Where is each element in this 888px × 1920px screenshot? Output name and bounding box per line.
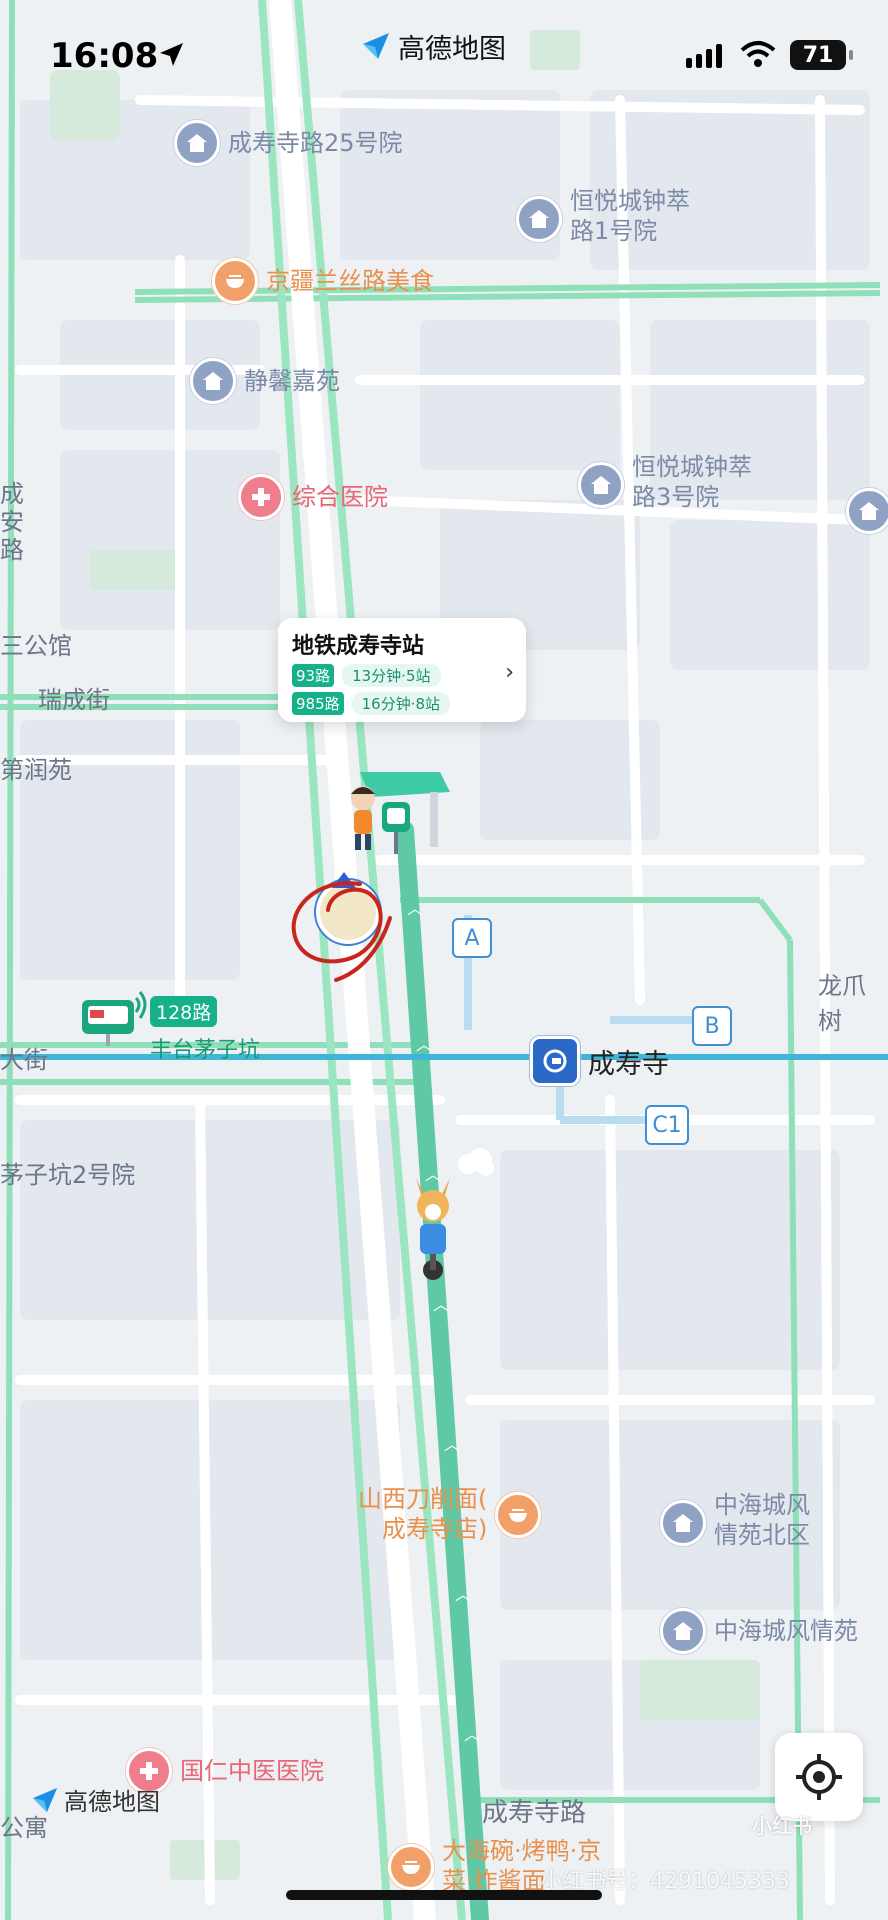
status-time: 16:08	[50, 36, 159, 76]
poi-residential-3[interactable]: 静馨嘉苑	[190, 358, 340, 404]
cellular-signal-icon	[686, 44, 722, 68]
app-brand-text: 高德地图	[398, 33, 506, 65]
poi-label-line: 大海碗·烤鸭·京	[442, 1837, 602, 1865]
route-line-badge: 985路	[292, 692, 344, 715]
bus-stop-name: 丰台茅子坑	[150, 1038, 261, 1063]
chevron-right-icon[interactable]: ›	[505, 660, 514, 685]
amap-logo-icon	[363, 33, 389, 59]
street-char: 安	[0, 508, 24, 536]
poi-label-line: 成寿寺店)	[382, 1515, 488, 1543]
residential-icon	[190, 358, 236, 404]
amap-logo-icon	[32, 1787, 58, 1812]
poi-label-line: 路3号院	[632, 483, 720, 511]
bus-stop-icon[interactable]	[340, 752, 460, 862]
metro-exit-c1[interactable]: C1	[645, 1105, 689, 1145]
svg-text:︿: ︿	[455, 1585, 471, 1604]
poi-hospital-1[interactable]: 综合医院	[238, 474, 388, 520]
poi-label: 京疆兰丝路美食	[266, 267, 434, 295]
station-title: 地铁成寿寺站	[292, 634, 425, 659]
bus-route-row[interactable]: 93路 13分钟·5站	[292, 664, 441, 687]
crosshair-icon	[796, 1754, 842, 1800]
poi-residential-5[interactable]: 中海城风 情苑北区	[660, 1490, 810, 1550]
poi-label: 静馨嘉苑	[244, 367, 340, 395]
bus-sign-icon[interactable]	[80, 990, 150, 1050]
home-indicator[interactable]	[286, 1890, 602, 1900]
street-label: 成寿寺路	[482, 1798, 587, 1828]
residential-icon	[846, 488, 888, 534]
metro-icon	[530, 1036, 580, 1086]
locate-me-button[interactable]	[775, 1733, 863, 1821]
poi-label-line: 恒悦城钟萃	[632, 453, 752, 481]
residential-icon	[174, 120, 220, 166]
red-circle-annotation	[291, 881, 392, 982]
poi-label-line: 路1号院	[570, 217, 658, 245]
street-label: 三公馆	[0, 632, 72, 660]
wifi-icon	[740, 41, 776, 67]
poi-residential-edge[interactable]	[846, 488, 888, 534]
app-brand: 高德地图	[360, 26, 506, 66]
poi-label: 恒悦城钟萃 路3号院	[632, 452, 752, 512]
poi-residential-6[interactable]: 中海城风情苑	[660, 1608, 858, 1654]
restaurant-icon	[495, 1492, 542, 1538]
poi-label: 恒悦城钟萃 路1号院	[570, 186, 690, 246]
poi-label: 中海城风 情苑北区	[714, 1490, 810, 1550]
poi-label-line: 情苑北区	[714, 1521, 810, 1549]
metro-station-name: 成寿寺	[588, 1048, 669, 1080]
poi-label-line: 中海城风	[714, 1491, 810, 1519]
residential-icon	[578, 462, 624, 508]
street-char: 路	[0, 536, 24, 564]
battery-level: 71	[790, 40, 853, 70]
metro-station[interactable]: 成寿寺	[530, 1036, 669, 1086]
poi-label: 成寿寺路25号院	[228, 129, 403, 157]
residential-icon	[516, 196, 562, 242]
cloud-icon	[458, 1148, 494, 1176]
bus-route-row[interactable]: 985路 16分钟·8站	[292, 692, 451, 715]
poi-residential-4[interactable]: 恒悦城钟萃 路3号院	[578, 452, 752, 512]
amap-watermark-logo: 高德地图	[30, 1782, 160, 1817]
poi-residential-1[interactable]: 成寿寺路25号院	[174, 120, 403, 166]
street-char: 成	[0, 480, 24, 508]
amap-logo-text: 高德地图	[64, 1788, 160, 1816]
rider-mascot-icon	[416, 1178, 450, 1280]
route-line-badge: 93路	[292, 664, 335, 687]
xiaohongshu-watermark: 小红书	[752, 1814, 812, 1838]
poi-food-1[interactable]: 京疆兰丝路美食	[212, 258, 434, 304]
poi-label-line: 恒悦城钟萃	[570, 187, 690, 215]
status-bar: 16:08 高德地图 71	[0, 0, 888, 110]
bus-line-badge[interactable]: 128路	[150, 996, 218, 1027]
svg-text:︿: ︿	[433, 1295, 449, 1314]
street-label: 茅子坑2号院	[0, 1161, 136, 1189]
hospital-icon	[238, 474, 284, 520]
svg-text:︿: ︿	[416, 1035, 432, 1054]
route-info: 13分钟·5站	[342, 664, 441, 687]
poi-label: 国仁中医医院	[180, 1757, 324, 1785]
poi-residential-2[interactable]: 恒悦城钟萃 路1号院	[516, 186, 690, 246]
svg-text:︿: ︿	[444, 1435, 460, 1454]
street-label: 第润苑	[0, 756, 72, 784]
station-info-card[interactable]: 地铁成寿寺站 93路 13分钟·5站 985路 16分钟·8站 ›	[278, 618, 526, 722]
street-label: 龙爪树	[818, 972, 866, 1035]
street-label-vertical: 成 安 路	[0, 480, 24, 564]
metro-exit-b[interactable]: B	[692, 1006, 732, 1046]
restaurant-icon	[388, 1844, 434, 1890]
poi-food-2[interactable]: 山西刀削面(成寿寺店)	[358, 1484, 542, 1544]
route-info: 16分钟·8站	[351, 692, 451, 715]
poi-label: 综合医院	[292, 483, 388, 511]
metro-exit-a[interactable]: A	[452, 918, 492, 958]
residential-icon	[660, 1608, 706, 1654]
poi-label: 山西刀削面(成寿寺店)	[358, 1484, 487, 1544]
location-arrow-icon	[160, 43, 183, 66]
street-label: 大街	[0, 1046, 48, 1074]
svg-text:︿: ︿	[464, 1725, 480, 1744]
residential-icon	[660, 1500, 706, 1546]
restaurant-icon	[212, 258, 258, 304]
poi-label: 中海城风情苑	[714, 1617, 858, 1645]
poi-label-line: 山西刀削面(	[358, 1485, 488, 1513]
street-label: 瑞成街	[38, 686, 110, 714]
